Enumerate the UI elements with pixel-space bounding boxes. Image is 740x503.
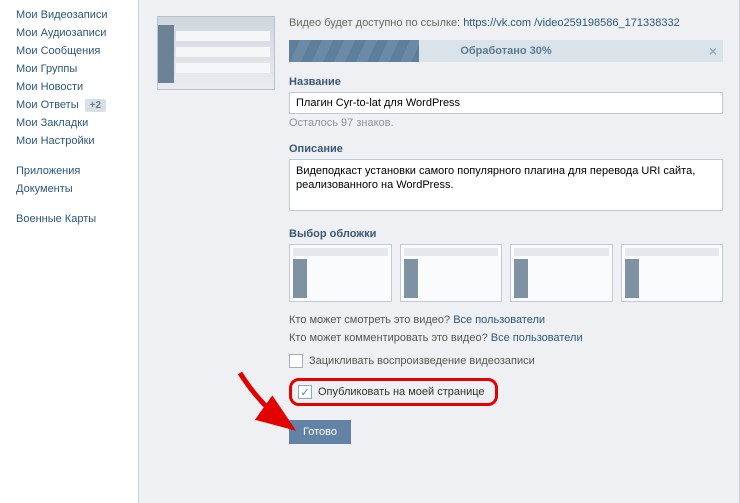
privacy-comment: Кто может комментировать это видео? Все … (289, 332, 723, 344)
cover-option-2[interactable] (400, 244, 503, 302)
title-input[interactable] (289, 92, 723, 114)
nav-my-messages[interactable]: Мои Сообщения (16, 42, 130, 60)
video-edit-panel: Видео будет доступно по ссылке: https://… (138, 0, 740, 503)
title-chars-left: Осталось 97 знаков. (289, 117, 723, 129)
progress-label: Обработано 30% (460, 45, 551, 57)
nav-my-settings[interactable]: Мои Настройки (16, 132, 130, 150)
description-label: Описание (289, 143, 723, 155)
done-button[interactable]: Готово (289, 420, 351, 444)
close-icon[interactable]: × (709, 43, 717, 59)
video-thumbnail (157, 16, 275, 90)
nav-apps[interactable]: Приложения (16, 162, 130, 180)
publish-highlight: ✓ Опубликовать на моей странице (289, 378, 498, 406)
nav-my-audio[interactable]: Мои Аудиозаписи (16, 24, 130, 42)
video-direct-link[interactable]: https://vk.com /video259198586_171338332 (463, 17, 680, 29)
nav-my-bookmarks[interactable]: Мои Закладки (16, 114, 130, 132)
cover-option-3[interactable] (510, 244, 613, 302)
loop-checkbox-label: Зацикливать воспроизведение видеозаписи (309, 355, 535, 367)
left-nav: Мои Видеозаписи Мои Аудиозаписи Мои Сооб… (0, 0, 130, 503)
progress-fill (289, 40, 419, 62)
publish-checkbox[interactable]: ✓ (298, 385, 312, 399)
nav-documents[interactable]: Документы (16, 180, 130, 198)
nav-my-videos[interactable]: Мои Видеозаписи (16, 6, 130, 24)
loop-checkbox[interactable] (289, 354, 303, 368)
nav-war-maps[interactable]: Военные Карты (16, 210, 130, 228)
cover-option-4[interactable] (621, 244, 724, 302)
publish-checkbox-label: Опубликовать на моей странице (318, 386, 485, 398)
title-label: Название (289, 76, 723, 88)
nav-my-news[interactable]: Мои Новости (16, 78, 130, 96)
nav-my-answers[interactable]: Мои Ответы (16, 96, 79, 114)
nav-my-groups[interactable]: Мои Группы (16, 60, 130, 78)
video-link-line: Видео будет доступно по ссылке: https://… (289, 16, 723, 30)
privacy-view-link[interactable]: Все пользователи (453, 314, 545, 326)
privacy-view: Кто может смотреть это видео? Все пользо… (289, 314, 723, 326)
privacy-comment-link[interactable]: Все пользователи (491, 332, 583, 344)
cover-selector (289, 244, 723, 302)
loop-checkbox-row[interactable]: Зацикливать воспроизведение видеозаписи (289, 354, 723, 368)
description-input[interactable] (289, 159, 723, 211)
answers-badge: +2 (85, 99, 106, 112)
processing-progress: Обработано 30% × (289, 40, 723, 62)
cover-option-1[interactable] (289, 244, 392, 302)
cover-label: Выбор обложки (289, 228, 723, 240)
